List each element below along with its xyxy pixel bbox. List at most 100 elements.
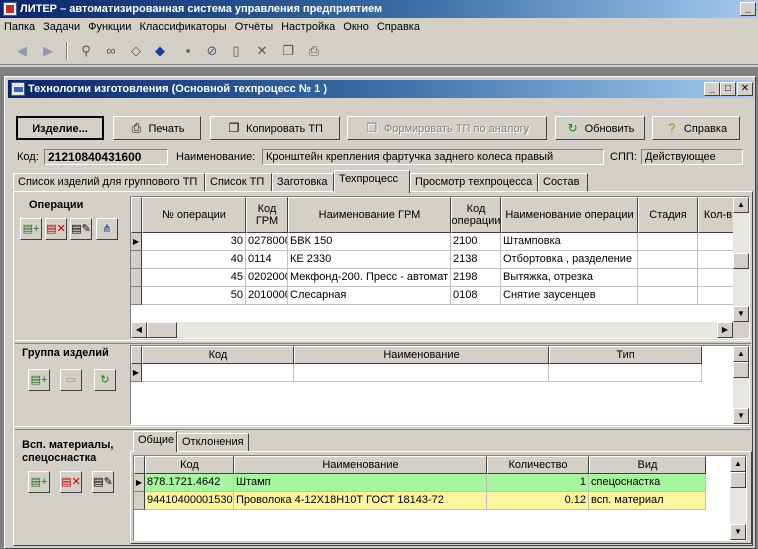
stage-cell[interactable]: [638, 269, 698, 287]
op-number-cell[interactable]: 45: [142, 269, 246, 287]
operations-hscroll[interactable]: ◀ ▶: [131, 322, 733, 338]
scroll-thumb[interactable]: [733, 362, 749, 378]
kind-cell[interactable]: спецоснастка: [589, 474, 706, 492]
add-material-button[interactable]: ▤+: [28, 471, 50, 493]
op-number-cell[interactable]: 50: [142, 287, 246, 305]
form-tp-button[interactable]: ❐ Формировать ТП по аналогу: [347, 116, 547, 140]
grm-name-cell[interactable]: Слесарная: [288, 287, 451, 305]
stage-cell[interactable]: [638, 287, 698, 305]
splitter[interactable]: [15, 340, 751, 344]
col-qty[interactable]: Кол-в: [698, 197, 738, 233]
op-name-cell[interactable]: Штамповка: [501, 233, 638, 251]
minimize-button[interactable]: _: [704, 82, 720, 96]
menu-reports[interactable]: Отчёты: [231, 18, 277, 37]
back-arrow-icon[interactable]: ◀: [12, 41, 32, 61]
app-minimize-button[interactable]: _: [740, 2, 756, 16]
edit-operation-button[interactable]: ▤✎: [70, 218, 92, 240]
col-stage[interactable]: Стадия: [638, 197, 698, 233]
eraser-icon[interactable]: ◇: [126, 41, 146, 61]
hscroll-thumb[interactable]: [147, 322, 177, 338]
filter-icon[interactable]: ⚲: [76, 41, 96, 61]
col-name[interactable]: Наименование: [294, 346, 549, 364]
scroll-up-arrow[interactable]: ▲: [733, 197, 749, 213]
edit-material-button[interactable]: ▤✎: [92, 471, 114, 493]
op-code-cell[interactable]: 2100: [451, 233, 501, 251]
delete-icon[interactable]: ✕: [252, 41, 272, 61]
scroll-down-arrow[interactable]: ▼: [730, 524, 746, 540]
menu-functions[interactable]: Функции: [84, 18, 135, 37]
tab-blank[interactable]: Заготовка: [272, 173, 334, 192]
edit-product-button[interactable]: ▭: [60, 369, 82, 391]
name-cell[interactable]: Штамп: [234, 474, 487, 492]
col-grm-name[interactable]: Наименование ГРМ: [288, 197, 451, 233]
op-name-cell[interactable]: Вытяжка, отрезка: [501, 269, 638, 287]
type-cell[interactable]: [549, 364, 702, 382]
subtab-general[interactable]: Общие: [133, 431, 177, 452]
menu-window[interactable]: Окно: [339, 18, 373, 37]
stage-cell[interactable]: [638, 233, 698, 251]
scroll-up-arrow[interactable]: ▲: [730, 456, 746, 472]
delete-material-button[interactable]: ▤✕: [60, 471, 82, 493]
qty-cell[interactable]: [698, 269, 738, 287]
table-row[interactable]: 878.1721.4642 Штамп 1 спецоснастка: [145, 474, 706, 492]
scroll-up-arrow[interactable]: ▲: [733, 346, 749, 362]
quantity-cell[interactable]: 0.12: [487, 492, 589, 510]
scroll-left-arrow[interactable]: ◀: [131, 322, 147, 338]
add-operation-button[interactable]: ▤+: [20, 218, 42, 240]
tab-composition[interactable]: Состав: [538, 173, 588, 192]
print-icon[interactable]: ⎙: [304, 41, 324, 61]
forward-arrow-icon[interactable]: ▶: [38, 41, 58, 61]
save-icon[interactable]: ▪: [178, 41, 198, 61]
product-group-vscroll[interactable]: ▲ ▼: [733, 346, 749, 424]
grm-name-cell[interactable]: Мекфонд-200. Пресс - автомат: [288, 269, 451, 287]
stage-cell[interactable]: [638, 251, 698, 269]
cancel-icon[interactable]: ⊘: [202, 41, 222, 61]
name-cell[interactable]: Проволока 4-12Х18Н10Т ГОСТ 18143-72: [234, 492, 487, 510]
quantity-cell[interactable]: 1: [487, 474, 589, 492]
tab-techprocess-view[interactable]: Просмотр техпроцесса: [410, 173, 538, 192]
new-document-icon[interactable]: ▯: [226, 41, 246, 61]
col-grm-code[interactable]: Код ГРМ: [246, 197, 288, 233]
scroll-thumb[interactable]: [730, 472, 746, 488]
close-button[interactable]: ✕: [737, 82, 753, 96]
splitter[interactable]: [15, 426, 751, 430]
refresh-button[interactable]: ↻ Обновить: [555, 116, 645, 140]
maximize-button[interactable]: □: [720, 82, 736, 96]
menu-help[interactable]: Справка: [373, 18, 424, 37]
grm-code-cell[interactable]: 0202000: [246, 269, 288, 287]
menu-folder[interactable]: Папка: [0, 18, 39, 37]
op-code-cell[interactable]: 2138: [451, 251, 501, 269]
col-quantity[interactable]: Количество: [487, 456, 589, 474]
code-cell[interactable]: 878.1721.4642: [145, 474, 234, 492]
tab-tp-list[interactable]: Список ТП: [205, 173, 272, 192]
kind-cell[interactable]: всп. материал: [589, 492, 706, 510]
tab-techprocess[interactable]: Техпроцесс: [334, 170, 410, 193]
help-button[interactable]: ? Справка: [652, 116, 740, 140]
subtab-deviations[interactable]: Отклонения: [177, 433, 249, 451]
delete-operation-button[interactable]: ▤✕: [45, 218, 67, 240]
scroll-down-arrow[interactable]: ▼: [733, 306, 749, 322]
col-kind[interactable]: Вид: [589, 456, 706, 474]
add-product-button[interactable]: ▤+: [28, 369, 50, 391]
bookmark-icon[interactable]: ◆: [150, 41, 170, 61]
col-code[interactable]: Код: [145, 456, 234, 474]
hierarchy-button[interactable]: ⋔: [96, 218, 118, 240]
op-name-cell[interactable]: Отбортовка , разделение: [501, 251, 638, 269]
scroll-down-arrow[interactable]: ▼: [733, 408, 749, 424]
menu-tasks[interactable]: Задачи: [39, 18, 84, 37]
scroll-right-arrow[interactable]: ▶: [717, 322, 733, 338]
grm-name-cell[interactable]: БВК 150: [288, 233, 451, 251]
print-button[interactable]: ⎙ Печать: [113, 116, 201, 140]
grm-code-cell[interactable]: 0278000: [246, 233, 288, 251]
scroll-thumb[interactable]: [733, 253, 749, 269]
col-op-name[interactable]: Наименование операции: [501, 197, 638, 233]
op-name-cell[interactable]: Снятие заусенцев: [501, 287, 638, 305]
grm-code-cell[interactable]: 2010000: [246, 287, 288, 305]
qty-cell[interactable]: [698, 233, 738, 251]
materials-vscroll[interactable]: ▲ ▼: [730, 456, 746, 540]
product-button[interactable]: Изделие...: [16, 116, 104, 140]
operations-vscroll[interactable]: ▲ ▼: [733, 197, 749, 322]
col-code[interactable]: Код: [142, 346, 294, 364]
code-cell[interactable]: 94410400001530: [145, 492, 234, 510]
qty-cell[interactable]: [698, 251, 738, 269]
